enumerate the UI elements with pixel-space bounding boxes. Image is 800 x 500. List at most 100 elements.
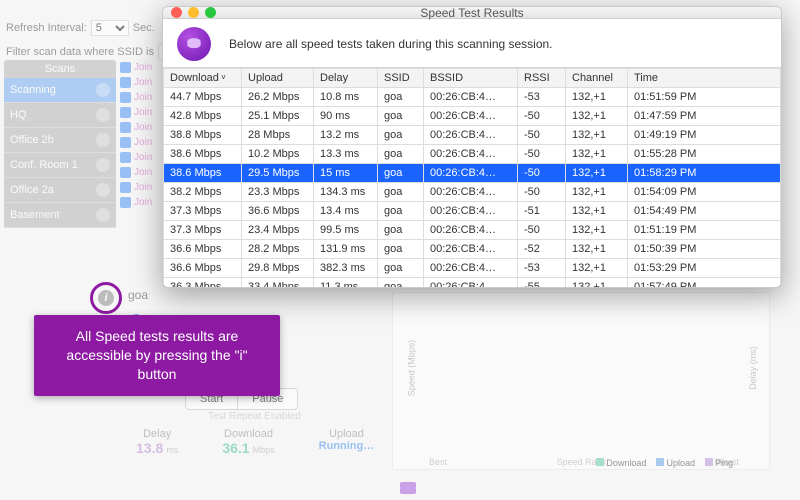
remove-scan-icon[interactable] [96, 158, 110, 172]
table-row[interactable]: 36.3 Mbps33.4 Mbps11.3 msgoa00:26:CB:4…-… [164, 278, 781, 289]
checkbox-icon[interactable] [120, 107, 131, 118]
refresh-select[interactable]: 5 [91, 20, 129, 36]
col-header[interactable]: Delay [314, 69, 378, 88]
cell-download: 37.3 Mbps [164, 202, 242, 221]
cell-bssid: 00:26:CB:4… [424, 164, 518, 183]
results-table: Download ˅UploadDelaySSIDBSSIDRSSIChanne… [163, 68, 781, 288]
col-header[interactable]: Upload [242, 69, 314, 88]
cell-rssi: -50 [518, 126, 566, 145]
checkbox-icon[interactable] [120, 152, 131, 163]
cell-delay: 13.3 ms [314, 145, 378, 164]
cell-time: 01:55:28 PM [628, 145, 781, 164]
checkbox-icon[interactable] [120, 122, 131, 133]
remove-scan-icon[interactable] [96, 133, 110, 147]
remove-scan-icon[interactable] [96, 208, 110, 222]
cell-ssid: goa [378, 145, 424, 164]
cell-time: 01:50:39 PM [628, 240, 781, 259]
x-best: Best [429, 457, 447, 467]
table-row[interactable]: 38.8 Mbps28 Mbps13.2 msgoa00:26:CB:4…-50… [164, 126, 781, 145]
titlebar[interactable]: Speed Test Results [163, 7, 781, 19]
join-link[interactable]: Join [134, 77, 152, 88]
col-header[interactable]: BSSID [424, 69, 518, 88]
table-row[interactable]: 38.2 Mbps23.3 Mbps134.3 msgoa00:26:CB:4…… [164, 183, 781, 202]
col-header[interactable]: Download ˅ [164, 69, 242, 88]
join-link[interactable]: Join [134, 92, 152, 103]
modal-subtitle: Below are all speed tests taken during t… [229, 37, 553, 51]
scans-header: Scans [4, 60, 116, 78]
cell-upload: 28 Mbps [242, 126, 314, 145]
cell-ssid: goa [378, 183, 424, 202]
cell-download: 36.6 Mbps [164, 240, 242, 259]
join-link[interactable]: Join [134, 62, 152, 73]
cell-delay: 15 ms [314, 164, 378, 183]
cell-bssid: 00:26:CB:4… [424, 183, 518, 202]
remove-scan-icon[interactable] [96, 83, 110, 97]
table-row[interactable]: 42.8 Mbps25.1 Mbps90 msgoa00:26:CB:4…-50… [164, 107, 781, 126]
col-header[interactable]: Channel [566, 69, 628, 88]
chart-legend: Download Upload Ping [596, 458, 733, 468]
table-row[interactable]: 36.6 Mbps28.2 Mbps131.9 msgoa00:26:CB:4…… [164, 240, 781, 259]
checkbox-icon[interactable] [120, 62, 131, 73]
join-link[interactable]: Join [134, 107, 152, 118]
table-row[interactable]: 38.6 Mbps29.5 Mbps15 msgoa00:26:CB:4…-50… [164, 164, 781, 183]
cell-rssi: -53 [518, 88, 566, 107]
remove-scan-icon[interactable] [96, 108, 110, 122]
remove-scan-icon[interactable] [96, 183, 110, 197]
cell-rssi: -52 [518, 240, 566, 259]
cell-rssi: -53 [518, 259, 566, 278]
cell-rssi: -51 [518, 202, 566, 221]
app-icon [177, 27, 211, 61]
cell-download: 37.3 Mbps [164, 221, 242, 240]
scan-item[interactable]: Conf. Room 1 [4, 153, 116, 178]
cell-download: 38.2 Mbps [164, 183, 242, 202]
cell-bssid: 00:26:CB:4… [424, 202, 518, 221]
cell-bssid: 00:26:CB:4… [424, 145, 518, 164]
cell-rssi: -55 [518, 278, 566, 289]
cell-download: 36.3 Mbps [164, 278, 242, 289]
col-header[interactable]: RSSI [518, 69, 566, 88]
col-header[interactable]: SSID [378, 69, 424, 88]
refresh-unit: Sec. [133, 22, 155, 34]
info-button-highlight: i [90, 282, 122, 314]
cell-time: 01:53:29 PM [628, 259, 781, 278]
scan-list: Scans ScanningHQOffice 2bConf. Room 1Off… [4, 60, 116, 228]
join-link[interactable]: Join [134, 137, 152, 148]
y-axis-right: Delay (ms) [748, 347, 758, 391]
scan-item[interactable]: Scanning [4, 78, 116, 103]
cell-time: 01:47:59 PM [628, 107, 781, 126]
table-row[interactable]: 38.6 Mbps10.2 Mbps13.3 msgoa00:26:CB:4…-… [164, 145, 781, 164]
checkbox-icon[interactable] [120, 92, 131, 103]
cell-rssi: -50 [518, 221, 566, 240]
cell-delay: 13.4 ms [314, 202, 378, 221]
cell-delay: 134.3 ms [314, 183, 378, 202]
join-link[interactable]: Join [134, 182, 152, 193]
scan-item[interactable]: HQ [4, 103, 116, 128]
join-link[interactable]: Join [134, 167, 152, 178]
scan-item[interactable]: Office 2a [4, 178, 116, 203]
cell-delay: 382.3 ms [314, 259, 378, 278]
cell-ssid: goa [378, 107, 424, 126]
cell-delay: 13.2 ms [314, 126, 378, 145]
col-header[interactable]: Time [628, 69, 781, 88]
scan-item[interactable]: Office 2b [4, 128, 116, 153]
checkbox-icon[interactable] [120, 197, 131, 208]
join-link[interactable]: Join [134, 152, 152, 163]
checkbox-icon[interactable] [120, 167, 131, 178]
table-row[interactable]: 37.3 Mbps36.6 Mbps13.4 msgoa00:26:CB:4…-… [164, 202, 781, 221]
checkbox-icon[interactable] [120, 137, 131, 148]
cell-rssi: -50 [518, 107, 566, 126]
checkbox-icon[interactable] [120, 182, 131, 193]
cell-download: 44.7 Mbps [164, 88, 242, 107]
table-row[interactable]: 37.3 Mbps23.4 Mbps99.5 msgoa00:26:CB:4…-… [164, 221, 781, 240]
info-icon[interactable]: i [98, 290, 114, 306]
table-row[interactable]: 36.6 Mbps29.8 Mbps382.3 msgoa00:26:CB:4…… [164, 259, 781, 278]
join-link[interactable]: Join [134, 122, 152, 133]
scan-item[interactable]: Basement [4, 203, 116, 228]
join-link[interactable]: Join [134, 197, 152, 208]
ssid-label: goa [128, 288, 148, 302]
checkbox-icon[interactable] [120, 77, 131, 88]
cell-bssid: 00:26:CB:4… [424, 278, 518, 289]
table-row[interactable]: 44.7 Mbps26.2 Mbps10.8 msgoa00:26:CB:4…-… [164, 88, 781, 107]
cell-upload: 29.8 Mbps [242, 259, 314, 278]
cell-bssid: 00:26:CB:4… [424, 221, 518, 240]
